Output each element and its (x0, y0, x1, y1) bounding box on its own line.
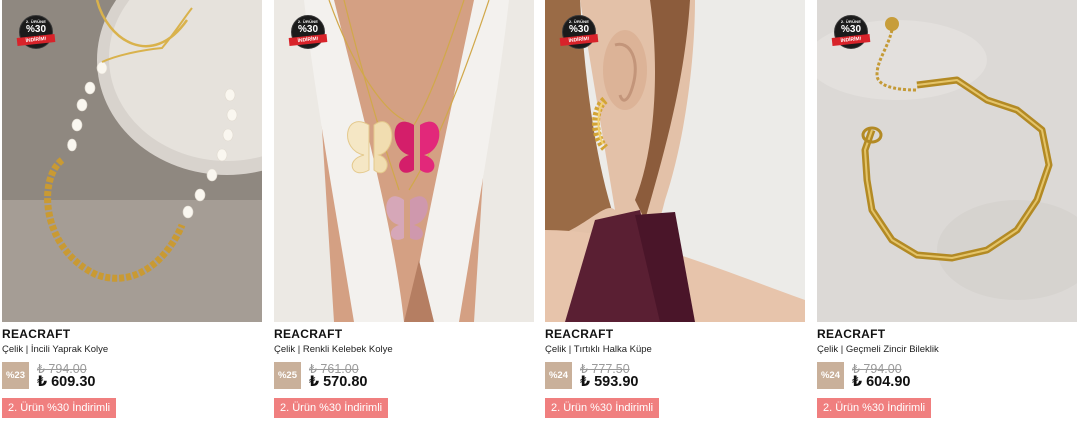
product-card[interactable]: 2. ÜRÜNE %30 İNDİRİM! REACRAFT Çelik | G… (817, 0, 1077, 423)
discount-badge: %24 (817, 362, 844, 389)
product-image-pearl-leaf-necklace[interactable]: 2. ÜRÜNE %30 İNDİRİM! (2, 0, 262, 322)
badge-percent: %30 (297, 24, 318, 35)
current-price: ₺ 609.30 (37, 374, 96, 390)
promo-label: 2. Ürün %30 İndirimli (2, 398, 117, 418)
product-image-hoop-earring[interactable]: 2. ÜRÜNE %30 İNDİRİM! (545, 0, 805, 322)
product-name[interactable]: Çelik | Renkli Kelebek Kolye (274, 344, 393, 355)
product-name[interactable]: Çelik | Tırtıklı Halka Küpe (545, 344, 652, 355)
promo-label: 2. Ürün %30 İndirimli (274, 398, 389, 418)
product-card[interactable]: 2. ÜRÜNE %30 İNDİRİM! REACRAFT Çelik | R… (274, 0, 534, 423)
discount-badge: %24 (545, 362, 572, 389)
campaign-badge: 2. ÜRÜNE %30 İNDİRİM! (559, 15, 599, 55)
promo-label: 2. Ürün %30 İndirimli (817, 398, 932, 418)
badge-percent: %30 (568, 24, 589, 35)
product-brand[interactable]: REACRAFT (545, 327, 613, 341)
product-grid: 2. ÜRÜNE %30 İNDİRİM! REACRAFT Çelik | İ… (0, 0, 1080, 423)
product-brand[interactable]: REACRAFT (2, 327, 70, 341)
promo-label: 2. Ürün %30 İndirimli (545, 398, 660, 418)
campaign-badge: 2. ÜRÜNE %30 İNDİRİM! (288, 15, 328, 55)
current-price: ₺ 604.90 (852, 374, 911, 390)
product-name[interactable]: Çelik | Geçmeli Zincir Bileklik (817, 344, 939, 355)
product-image-chain-bracelet[interactable]: 2. ÜRÜNE %30 İNDİRİM! (817, 0, 1077, 322)
current-price: ₺ 593.90 (580, 374, 639, 390)
discount-badge: %23 (2, 362, 29, 389)
product-card[interactable]: 2. ÜRÜNE %30 İNDİRİM! REACRAFT Çelik | İ… (2, 0, 262, 423)
product-brand[interactable]: REACRAFT (817, 327, 885, 341)
product-image-butterfly-necklace[interactable]: 2. ÜRÜNE %30 İNDİRİM! (274, 0, 534, 322)
discount-badge: %25 (274, 362, 301, 389)
product-card[interactable]: 2. ÜRÜNE %30 İNDİRİM! REACRAFT Çelik | T… (545, 0, 805, 423)
product-brand[interactable]: REACRAFT (274, 327, 342, 341)
badge-percent: %30 (25, 24, 46, 35)
current-price: ₺ 570.80 (309, 374, 368, 390)
product-name[interactable]: Çelik | İncili Yaprak Kolye (2, 344, 108, 355)
badge-percent: %30 (840, 24, 861, 35)
campaign-badge: 2. ÜRÜNE %30 İNDİRİM! (16, 15, 56, 55)
campaign-badge: 2. ÜRÜNE %30 İNDİRİM! (831, 15, 871, 55)
